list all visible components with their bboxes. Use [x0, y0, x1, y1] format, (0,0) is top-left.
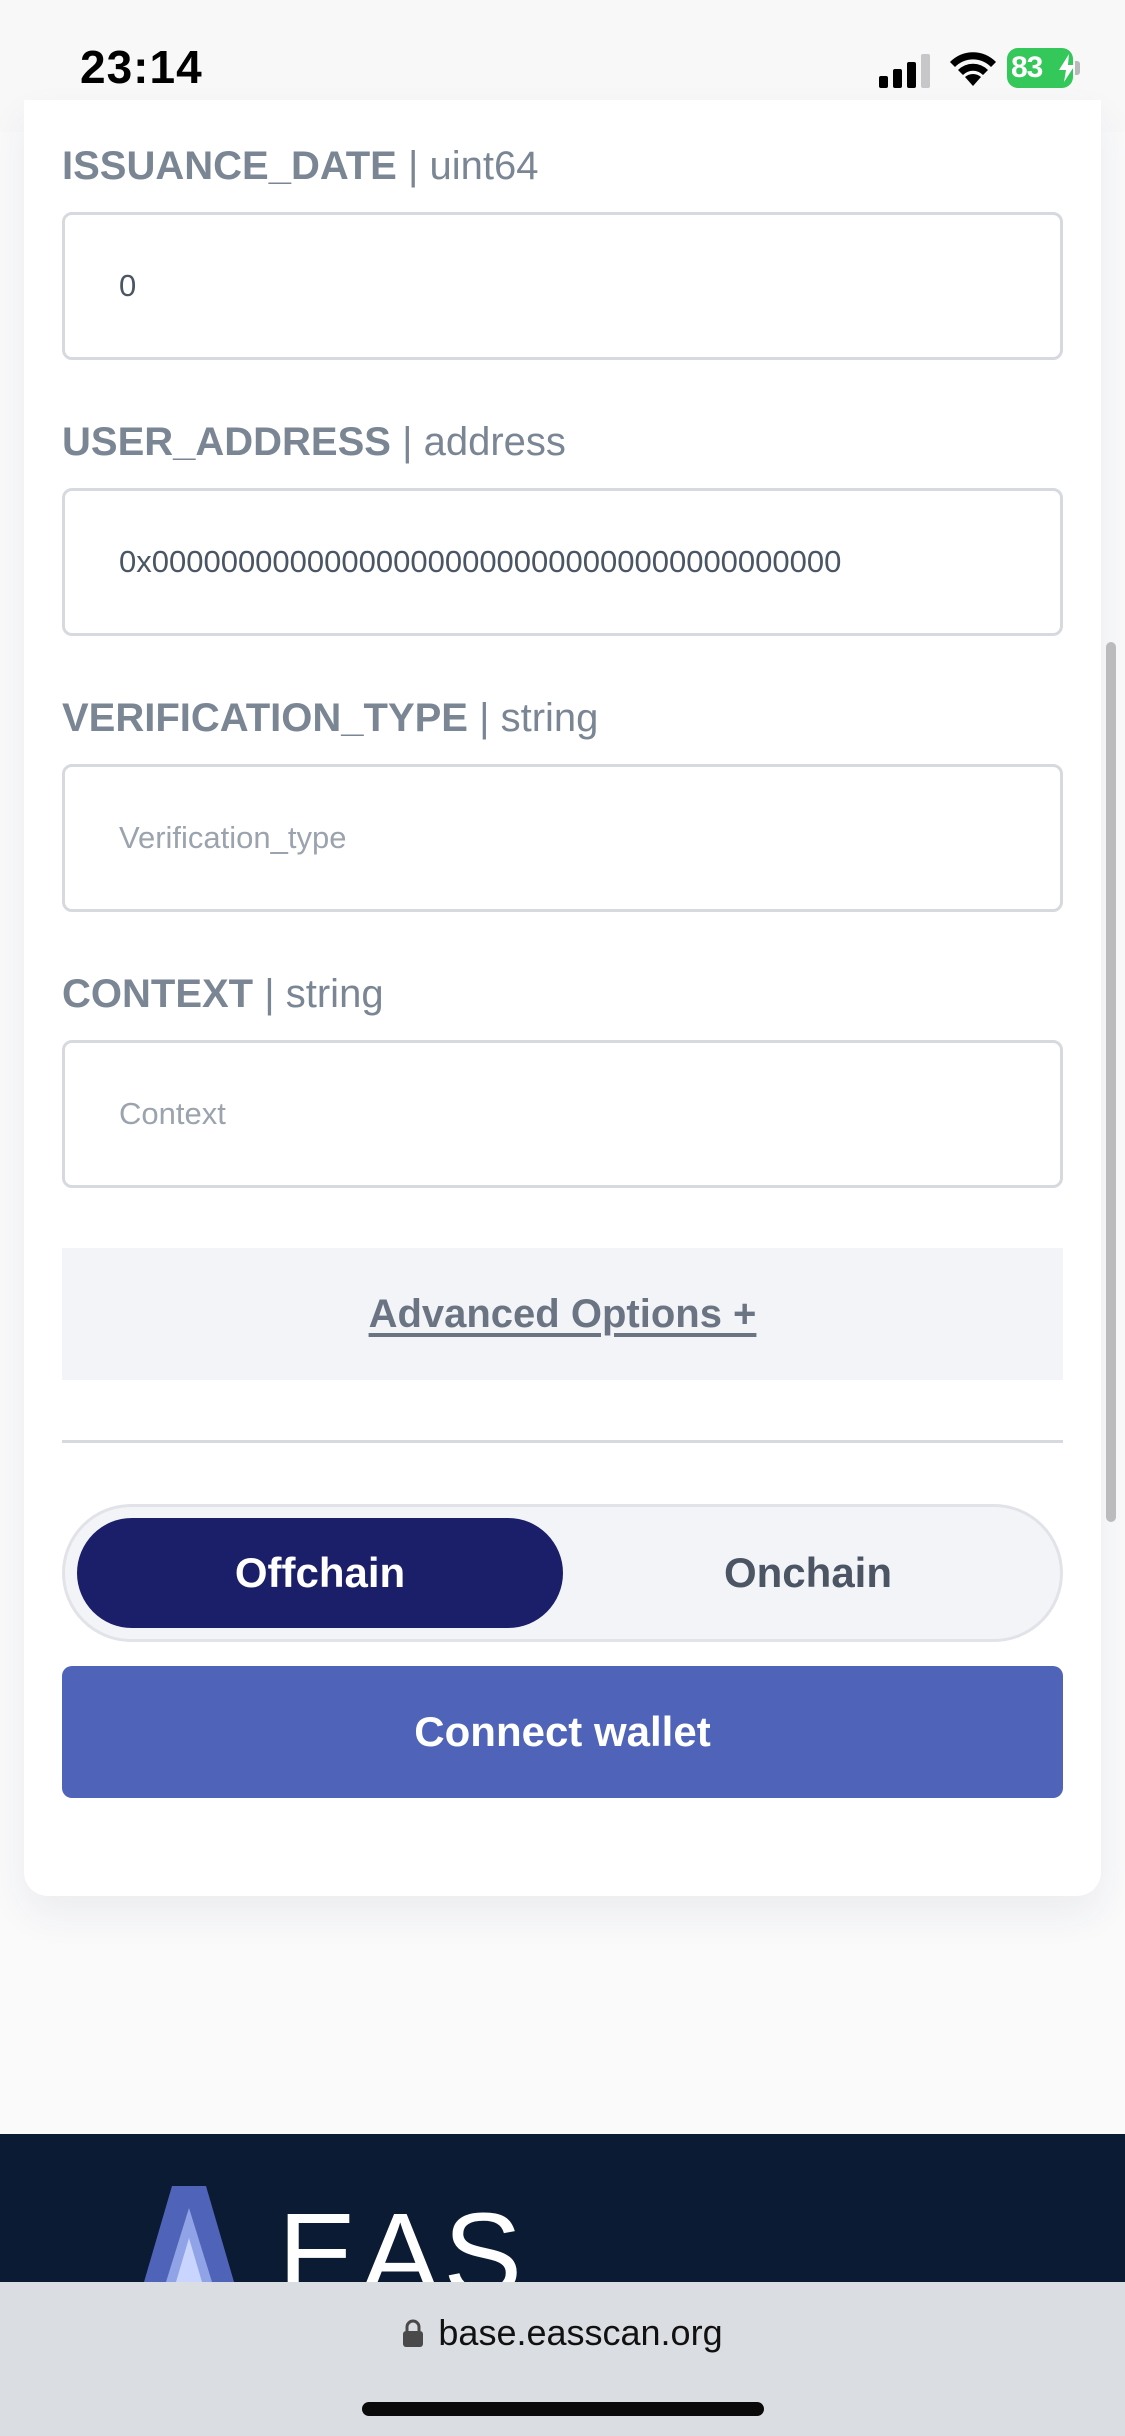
- toggle-offchain[interactable]: Offchain: [77, 1518, 563, 1628]
- field-name: VERIFICATION_TYPE: [62, 696, 468, 740]
- field-separator: |: [467, 696, 501, 740]
- field-label-user-address: USER_ADDRESS | address: [62, 420, 566, 465]
- advanced-options-link[interactable]: Advanced Options +: [62, 1248, 1063, 1380]
- field-name: USER_ADDRESS: [62, 420, 391, 464]
- field-type: string: [285, 972, 384, 1016]
- user-address-input[interactable]: 0x00000000000000000000000000000000000000…: [62, 488, 1063, 636]
- toggle-onchain[interactable]: Onchain: [565, 1518, 1051, 1628]
- url-display[interactable]: base.easscan.org: [0, 2312, 1125, 2354]
- attestation-form-card: ISSUANCE_DATE | uint64 0 USER_ADDRESS | …: [24, 100, 1101, 1896]
- wifi-icon: [950, 52, 996, 86]
- home-indicator[interactable]: [362, 2402, 764, 2416]
- charging-bolt-icon: [1059, 54, 1075, 82]
- scrollbar[interactable]: [1106, 642, 1116, 1522]
- connect-wallet-button[interactable]: Connect wallet: [62, 1666, 1063, 1798]
- battery-icon: 83: [1007, 48, 1080, 88]
- field-name: ISSUANCE_DATE: [62, 144, 397, 188]
- field-name: CONTEXT: [62, 972, 254, 1016]
- field-label-context: CONTEXT | string: [62, 972, 384, 1017]
- battery-cap: [1075, 61, 1080, 75]
- status-icons: 83: [879, 46, 1080, 94]
- context-input[interactable]: Context: [62, 1040, 1063, 1188]
- eas-logo-icon: [144, 2186, 234, 2282]
- cellular-signal-icon: [879, 54, 930, 88]
- field-separator: |: [253, 972, 286, 1016]
- field-separator: |: [390, 420, 424, 464]
- verification-type-input[interactable]: Verification_type: [62, 764, 1063, 912]
- url-text: base.easscan.org: [438, 2312, 723, 2353]
- field-label-issuance-date: ISSUANCE_DATE | uint64: [62, 144, 538, 189]
- issuance-date-input[interactable]: 0: [62, 212, 1063, 360]
- browser-address-bar[interactable]: base.easscan.org: [0, 2282, 1125, 2436]
- field-label-verification-type: VERIFICATION_TYPE | string: [62, 696, 598, 741]
- advanced-options-panel: Advanced Options +: [62, 1248, 1063, 1380]
- field-type: uint64: [429, 144, 539, 188]
- field-separator: |: [396, 144, 430, 188]
- lock-icon: [403, 2319, 424, 2347]
- field-type: string: [500, 696, 599, 740]
- status-time: 23:14: [80, 41, 203, 93]
- chain-mode-toggle: Offchain Onchain: [62, 1504, 1063, 1642]
- field-type: address: [423, 420, 566, 464]
- divider: [62, 1440, 1063, 1443]
